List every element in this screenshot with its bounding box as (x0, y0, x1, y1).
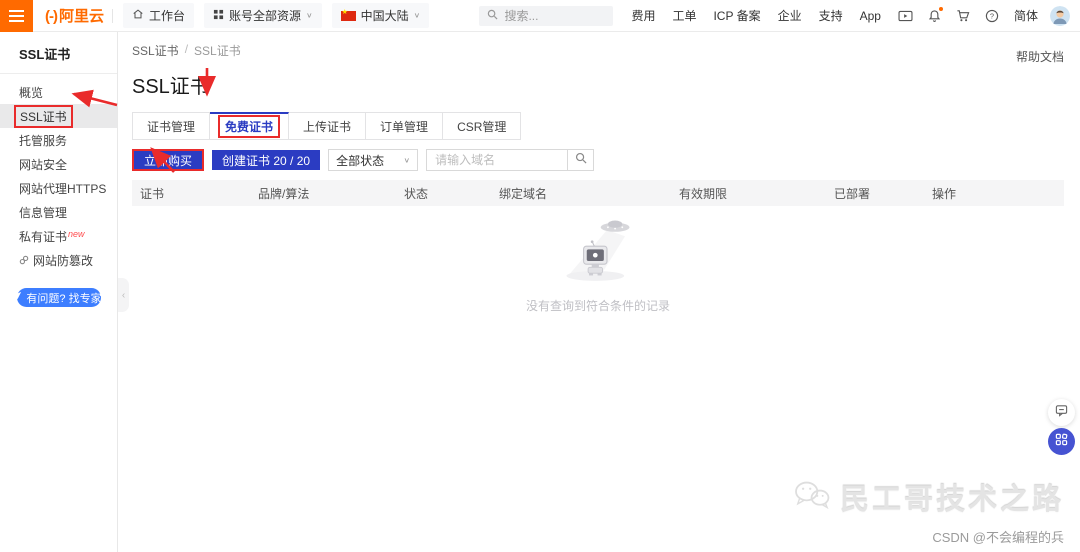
resources-grid-icon (213, 9, 224, 23)
user-avatar[interactable] (1050, 6, 1070, 26)
buy-now-button[interactable]: 立即购买 (132, 149, 204, 171)
new-badge: new (68, 229, 85, 239)
col-cert: 证书 (140, 185, 258, 202)
account-resources-dropdown[interactable]: 账号全部资源 ∨ (204, 3, 322, 28)
col-actions: 操作 (932, 185, 1064, 202)
feedback-bubble-icon (1055, 404, 1068, 422)
chevron-down-icon: ∨ (403, 156, 410, 165)
apps-grid-icon (1055, 433, 1068, 451)
breadcrumb-current: SSL证书 (194, 42, 241, 59)
top-icon-group: ? 简体 (898, 7, 1038, 24)
chevron-down-icon: ∨ (306, 11, 313, 20)
breadcrumb-separator: / (185, 42, 188, 59)
page-title: SSL证书 (132, 70, 1064, 99)
search-icon (575, 151, 587, 169)
annotation-box-sidebar: SSL证书 (14, 105, 73, 128)
tab-cert-management[interactable]: 证书管理 (132, 112, 210, 140)
domain-search-input[interactable] (427, 150, 567, 170)
collapse-chevron-icon: ‹ (122, 290, 125, 301)
tab-free-cert[interactable]: 免费证书 (210, 112, 289, 140)
status-filter-value: 全部状态 (336, 152, 384, 169)
create-cert-button[interactable]: 创建证书 20 / 20 (212, 150, 320, 170)
logo-brand-text: 阿里云 (59, 5, 104, 26)
chevron-down-icon: ∨ (414, 11, 421, 20)
workbench-label: 工作台 (149, 7, 185, 24)
tab-upload-cert[interactable]: 上传证书 (289, 112, 366, 140)
nav-link-enterprise[interactable]: 企业 (778, 7, 802, 24)
apps-float-button[interactable] (1048, 428, 1075, 455)
tab-bar: 证书管理 免费证书 上传证书 订单管理 CSR管理 (132, 112, 1064, 140)
sidebar-item-site-security[interactable]: 网站安全 (0, 152, 117, 176)
col-deployed: 已部署 (834, 185, 932, 202)
main-content: ‹ SSL证书 / SSL证书 帮助文档 SSL证书 证书管理 免费证书 上传证… (118, 32, 1080, 552)
china-flag-icon: ★ (341, 11, 356, 21)
sidebar-item-info-mgmt[interactable]: 信息管理 (0, 200, 117, 224)
toolbar: 立即购买 创建证书 20 / 20 全部状态 ∨ (132, 149, 1064, 171)
sidebar-item-overview[interactable]: 概览 (0, 80, 117, 104)
col-status: 状态 (404, 185, 499, 202)
help-doc-link[interactable]: 帮助文档 (1016, 48, 1064, 65)
language-switch[interactable]: 简体 (1014, 7, 1038, 24)
external-link-icon (19, 255, 29, 265)
account-resources-label: 账号全部资源 (229, 7, 301, 24)
col-brand-algo: 品牌/算法 (258, 185, 404, 202)
nav-link-ticket[interactable]: 工单 (672, 7, 696, 24)
content-shell: SSL证书 概览 SSL证书 托管服务 网站安全 网站代理HTTPS 信息管理 … (0, 32, 1080, 552)
tab-order-management[interactable]: 订单管理 (366, 112, 443, 140)
status-filter-select[interactable]: 全部状态 ∨ (328, 149, 418, 171)
annotation-box-tab: 免费证书 (218, 115, 280, 138)
empty-state-text: 没有查询到符合条件的记录 (526, 297, 670, 314)
domain-search-group (426, 149, 594, 171)
sidebar-collapse-handle[interactable]: ‹ (118, 278, 129, 312)
top-nav-links: 费用 工单 ICP 备案 企业 支持 App (631, 7, 881, 24)
search-icon (487, 9, 498, 23)
col-bound-domain: 绑定域名 (499, 185, 679, 202)
region-label: 中国大陆 (361, 7, 409, 24)
empty-state: 没有查询到符合条件的记录 (132, 212, 1064, 314)
nav-link-icp[interactable]: ICP 备案 (713, 7, 760, 24)
logo-bracket-mark: (-) (45, 8, 57, 25)
sidebar-title: SSL证书 (0, 32, 117, 74)
home-icon (132, 8, 144, 23)
nav-link-support[interactable]: 支持 (819, 7, 843, 24)
breadcrumb: SSL证书 / SSL证书 (132, 42, 1064, 59)
global-search-box[interactable]: 搜索... (479, 6, 613, 26)
divider (112, 9, 113, 23)
nav-link-fee[interactable]: 费用 (631, 7, 655, 24)
global-search-placeholder: 搜索... (504, 7, 538, 24)
tab-csr-management[interactable]: CSR管理 (443, 112, 521, 140)
col-validity: 有效期限 (679, 185, 834, 202)
svg-text:?: ? (990, 11, 994, 20)
workbench-button[interactable]: 工作台 (123, 3, 194, 28)
sidebar: SSL证书 概览 SSL证书 托管服务 网站安全 网站代理HTTPS 信息管理 … (0, 32, 118, 552)
sidebar-item-https-proxy[interactable]: 网站代理HTTPS (0, 176, 117, 200)
ask-expert-button[interactable]: 有问题? 找专家! (17, 288, 101, 307)
top-navigation-bar: (-) 阿里云 工作台 账号全部资源 ∨ ★ 中国大陆 ∨ 搜索.. (0, 0, 1080, 32)
empty-robot-illustration (543, 212, 653, 289)
sidebar-item-ssl-cert[interactable]: SSL证书 (0, 104, 117, 128)
notification-dot (939, 7, 943, 11)
aliyun-logo[interactable]: (-) 阿里云 (45, 5, 104, 26)
notification-bell-icon[interactable] (928, 9, 941, 23)
breadcrumb-root[interactable]: SSL证书 (132, 42, 179, 59)
nav-link-app[interactable]: App (860, 9, 881, 23)
domain-search-button[interactable] (567, 150, 593, 170)
sidebar-item-anti-tamper[interactable]: 网站防篡改 (0, 248, 117, 272)
feedback-float-button[interactable] (1048, 399, 1075, 426)
sidebar-item-private-cert[interactable]: 私有证书new (0, 224, 117, 248)
paper-plane-icon (12, 291, 22, 304)
table-header-row: 证书 品牌/算法 状态 绑定域名 有效期限 已部署 操作 (132, 180, 1064, 206)
sidebar-menu: 概览 SSL证书 托管服务 网站安全 网站代理HTTPS 信息管理 私有证书ne… (0, 80, 117, 272)
region-selector[interactable]: ★ 中国大陆 ∨ (332, 3, 430, 28)
aliyun-console-page: (-) 阿里云 工作台 账号全部资源 ∨ ★ 中国大陆 ∨ 搜索.. (0, 0, 1080, 552)
shopping-cart-icon[interactable] (956, 9, 970, 23)
help-question-icon[interactable]: ? (985, 9, 999, 23)
hamburger-menu-icon[interactable] (0, 0, 33, 32)
sidebar-item-hosting[interactable]: 托管服务 (0, 128, 117, 152)
console-screen-icon[interactable] (898, 10, 913, 22)
